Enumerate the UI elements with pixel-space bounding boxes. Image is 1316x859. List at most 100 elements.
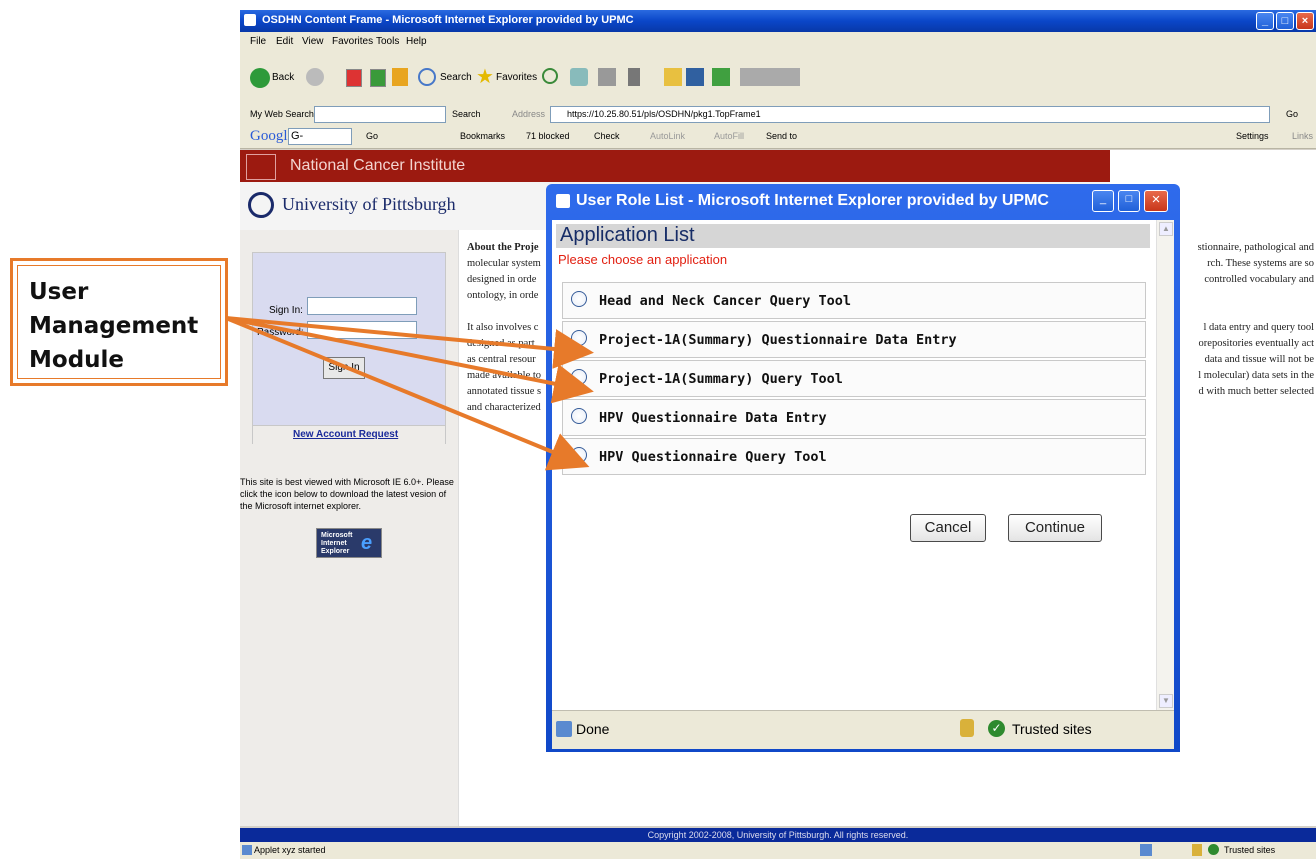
history-icon[interactable] bbox=[542, 68, 558, 84]
continue-button[interactable]: Continue bbox=[1008, 514, 1102, 542]
done-page-icon bbox=[556, 721, 572, 737]
google-go-button[interactable]: Go bbox=[366, 131, 378, 141]
standard-toolbar: Back Search ★ Favorites bbox=[240, 52, 1316, 105]
toolbar-icon[interactable] bbox=[712, 68, 730, 86]
autofill-button[interactable]: AutoFill bbox=[714, 131, 744, 141]
menu-bar: File Edit View Favorites Tools Help bbox=[240, 32, 1316, 52]
about-line: l molecular) data sets in the bbox=[1198, 370, 1314, 381]
google-search-input[interactable]: G- bbox=[288, 128, 352, 145]
about-line: designed in orde bbox=[467, 274, 537, 285]
favorites-button[interactable]: Favorites bbox=[496, 72, 537, 83]
minimize-button[interactable]: _ bbox=[1256, 12, 1274, 30]
radio-button[interactable] bbox=[571, 447, 587, 463]
radio-button[interactable] bbox=[571, 291, 587, 307]
google-menu-text: G- bbox=[291, 130, 304, 142]
menu-edit[interactable]: Edit bbox=[276, 36, 293, 47]
menu-file[interactable]: File bbox=[250, 36, 266, 47]
cancel-button[interactable]: Cancel bbox=[910, 514, 986, 542]
maximize-button[interactable]: □ bbox=[1276, 12, 1294, 30]
about-line: It also involves c bbox=[467, 322, 539, 333]
about-line: d with much better selected bbox=[1198, 386, 1314, 397]
ie-download-logo[interactable]: Microsoft Internet Explorer e bbox=[316, 528, 382, 558]
application-option[interactable]: HPV Questionnaire Query Tool bbox=[562, 438, 1146, 475]
menu-tools[interactable]: Tools bbox=[376, 36, 399, 47]
callout-line: Management bbox=[29, 313, 199, 339]
application-label: Head and Neck Cancer Query Tool bbox=[599, 293, 851, 309]
ie-icon bbox=[244, 14, 256, 26]
star-icon[interactable]: ★ bbox=[476, 64, 494, 89]
send-to-button[interactable]: Send to bbox=[766, 131, 797, 141]
trusted-check-icon: ✓ bbox=[988, 720, 1005, 737]
bookmarks-button[interactable]: Bookmarks bbox=[460, 131, 505, 141]
web-search-button[interactable]: Search bbox=[452, 109, 481, 119]
scroll-up-icon[interactable]: ▲ bbox=[1159, 222, 1173, 236]
ie-e-icon: e bbox=[361, 532, 373, 554]
autolink-button[interactable]: AutoLink bbox=[650, 131, 685, 141]
application-list: Head and Neck Cancer Query Tool Project-… bbox=[562, 282, 1146, 477]
radio-button[interactable] bbox=[571, 408, 587, 424]
popup-close-button[interactable]: × bbox=[1144, 190, 1168, 212]
menu-favorites[interactable]: Favorites bbox=[332, 36, 373, 47]
about-line: rch. These systems are so bbox=[1207, 258, 1314, 269]
ie-note-text: This site is best viewed with Microsoft … bbox=[240, 477, 454, 511]
new-account-link[interactable]: New Account Request bbox=[293, 429, 398, 440]
print-icon[interactable] bbox=[598, 68, 616, 86]
web-search-input[interactable] bbox=[314, 106, 446, 123]
sign-in-box: Sign In: Password: Sign In New Account R… bbox=[252, 252, 446, 444]
back-arrow-icon[interactable] bbox=[250, 68, 270, 88]
radio-button[interactable] bbox=[571, 330, 587, 346]
popup-minimize-button[interactable]: _ bbox=[1092, 190, 1114, 212]
edit-icon[interactable] bbox=[628, 68, 640, 86]
home-icon[interactable] bbox=[392, 68, 408, 86]
refresh-icon[interactable] bbox=[370, 69, 386, 87]
pitt-title: University of Pittsburgh bbox=[282, 194, 456, 214]
popup-scrollbar[interactable]: ▲ ▼ bbox=[1156, 220, 1174, 710]
links-button[interactable]: Links bbox=[1292, 131, 1313, 141]
go-button[interactable]: Go bbox=[1286, 109, 1298, 119]
application-option[interactable]: HPV Questionnaire Data Entry bbox=[562, 399, 1146, 436]
about-line: l data entry and query tool bbox=[1203, 322, 1314, 333]
settings-button[interactable]: Settings bbox=[1236, 131, 1269, 141]
application-prompt: Please choose an application bbox=[558, 252, 728, 267]
application-list-header: Application List bbox=[556, 224, 1150, 248]
application-option[interactable]: Project-1A(Summary) Questionnaire Data E… bbox=[562, 321, 1146, 358]
popup-maximize-button[interactable]: □ bbox=[1118, 190, 1140, 212]
popup-title: User Role List - Microsoft Internet Expl… bbox=[576, 192, 1049, 209]
about-line: and characterized bbox=[467, 402, 541, 413]
scroll-down-icon[interactable]: ▼ bbox=[1159, 694, 1173, 708]
about-line: molecular system bbox=[467, 258, 541, 269]
application-list-title: Application List bbox=[560, 224, 695, 246]
back-button[interactable]: Back bbox=[272, 72, 294, 83]
popup-blocked-button[interactable]: 71 blocked bbox=[526, 131, 570, 141]
mail-icon[interactable] bbox=[570, 68, 588, 86]
trusted-check-icon bbox=[1208, 844, 1219, 855]
application-label: Project-1A(Summary) Query Tool bbox=[599, 371, 843, 387]
close-button[interactable]: × bbox=[1296, 12, 1314, 30]
password-input[interactable] bbox=[307, 321, 417, 339]
folder-icon[interactable] bbox=[664, 68, 682, 86]
toolbar-icon[interactable] bbox=[686, 68, 704, 86]
user-role-popup: User Role List - Microsoft Internet Expl… bbox=[546, 184, 1180, 752]
radio-button[interactable] bbox=[571, 369, 587, 385]
username-input[interactable] bbox=[307, 297, 417, 315]
menu-help[interactable]: Help bbox=[406, 36, 427, 47]
callout-line: Module bbox=[29, 347, 125, 373]
toolbar-icon-group[interactable] bbox=[740, 68, 800, 86]
sign-in-label: Sign In: bbox=[269, 305, 303, 316]
forward-arrow-icon[interactable] bbox=[306, 68, 324, 86]
address-input[interactable]: https://10.25.80.51/pls/OSDHN/pkg1.TopFr… bbox=[550, 106, 1270, 123]
spell-check-button[interactable]: Check bbox=[594, 131, 620, 141]
menu-view[interactable]: View bbox=[302, 36, 324, 47]
sign-in-button[interactable]: Sign In bbox=[323, 357, 365, 379]
search-icon[interactable] bbox=[418, 68, 436, 86]
application-option[interactable]: Project-1A(Summary) Query Tool bbox=[562, 360, 1146, 397]
popup-status-bar: Done ✓ Trusted sites bbox=[552, 710, 1174, 749]
application-option[interactable]: Head and Neck Cancer Query Tool bbox=[562, 282, 1146, 319]
ie-icon bbox=[556, 194, 570, 208]
about-line: made available to bbox=[467, 370, 542, 381]
about-line: designed as part bbox=[467, 338, 535, 349]
stop-icon[interactable] bbox=[346, 69, 362, 87]
nci-logo bbox=[246, 154, 276, 180]
page-icon bbox=[242, 845, 252, 855]
search-button[interactable]: Search bbox=[440, 72, 472, 83]
